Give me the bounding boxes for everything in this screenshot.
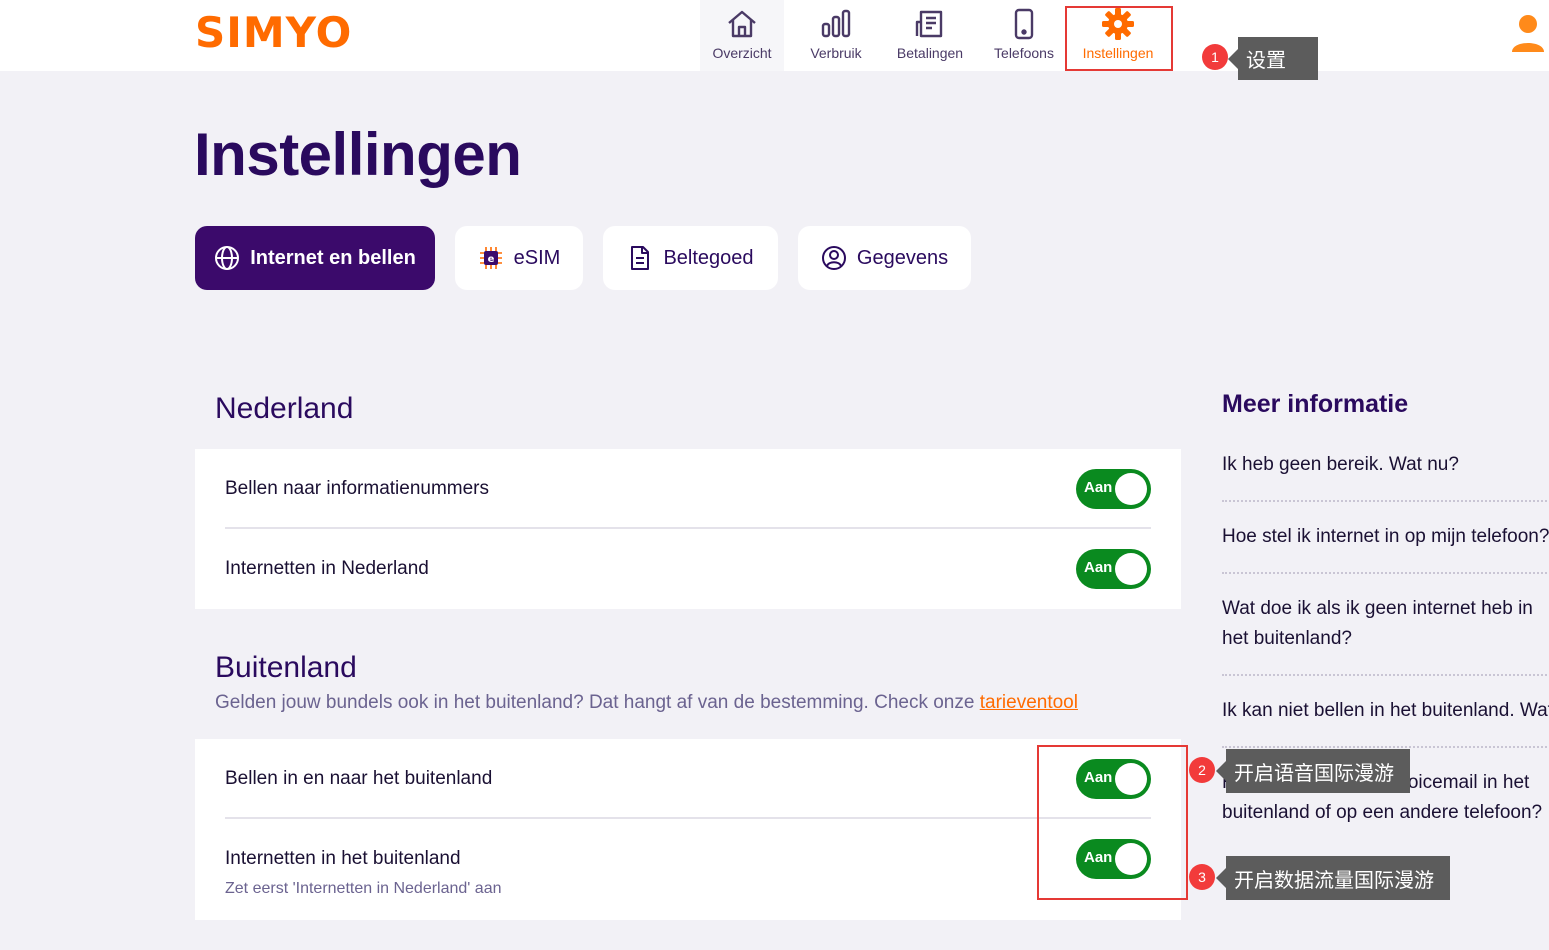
setting-label: Internetten in het buitenland (225, 848, 461, 869)
globe-icon (215, 246, 240, 270)
nav-label: Telefoons (994, 45, 1054, 61)
tab-esim[interactable]: e eSIM (455, 226, 583, 290)
simyo-logo[interactable]: SIMYO (195, 10, 352, 56)
toggle-knob (1115, 473, 1147, 505)
nav-label: Overzicht (712, 45, 772, 61)
toggle-internet-nederland[interactable]: Aan (1076, 549, 1151, 589)
faq-link[interactable]: Hoe stel ik internet in op mijn telefoon… (1222, 522, 1549, 552)
annotation-box-roaming (1037, 745, 1188, 900)
row-divider (225, 817, 1151, 819)
svg-text:e: e (487, 254, 494, 265)
document-icon (631, 246, 650, 270)
nederland-card: Bellen naar informatienummers Aan Intern… (195, 449, 1181, 609)
faq-link[interactable]: Wat doe ik als ik geen internet heb in h… (1222, 594, 1549, 654)
annotation-tooltip: 设置 (1228, 37, 1318, 80)
bar-chart-icon (821, 9, 851, 38)
annotation-marker: 1 (1202, 44, 1228, 70)
annotation-marker: 2 (1189, 757, 1215, 783)
tab-beltegoed[interactable]: Beltegoed (603, 226, 778, 290)
faq-divider (1222, 500, 1549, 502)
tab-gegevens[interactable]: Gegevens (798, 226, 971, 290)
tab-label: Beltegoed (663, 246, 754, 269)
setting-row: Bellen naar informatienummers (225, 449, 1151, 529)
esim-chip-icon: e (479, 247, 502, 269)
nav-betalingen[interactable]: Betalingen (888, 0, 972, 71)
setting-row: Internetten in het buitenland (225, 845, 1151, 873)
section-subtitle: Gelden jouw bundels ook in het buitenlan… (215, 692, 1078, 714)
faq-divider (1222, 674, 1549, 676)
nav-label: Betalingen (896, 45, 964, 61)
annotation-tooltip: 开启数据流量国际漫游 (1216, 856, 1450, 900)
faq-link[interactable]: Ik heb geen bereik. Wat nu? (1222, 450, 1549, 480)
nav-label: Verbruik (810, 45, 862, 61)
nav-telefoons[interactable]: Telefoons (984, 0, 1064, 71)
faq-divider (1222, 572, 1549, 574)
meer-informatie-title: Meer informatie (1222, 390, 1409, 418)
setting-hint: Zet eerst 'Internetten in Nederland' aan (225, 880, 502, 897)
annotation-tooltip: 开启语音国际漫游 (1216, 749, 1410, 793)
phone-icon (1014, 8, 1034, 40)
invoice-icon (915, 10, 943, 38)
tab-label: Gegevens (856, 246, 949, 269)
setting-row: Internetten in Nederland (225, 529, 1151, 609)
faq-divider (1222, 746, 1549, 748)
user-circle-icon (821, 246, 846, 270)
setting-row: Bellen in en naar het buitenland (225, 739, 1151, 819)
toggle-informatienummers[interactable]: Aan (1076, 469, 1151, 509)
toggle-label: Aan (1084, 559, 1113, 576)
buitenland-card: Bellen in en naar het buitenland Aan Int… (195, 739, 1181, 920)
tab-label: Internet en bellen (250, 246, 416, 269)
tab-label: eSIM (513, 246, 561, 269)
tab-internet-en-bellen[interactable]: Internet en bellen (195, 226, 435, 290)
faq-link[interactable]: Ik kan niet bellen in het buitenland. Wa… (1222, 696, 1549, 726)
nav-verbruik[interactable]: Verbruik (796, 0, 876, 71)
page-title: Instellingen (194, 121, 522, 188)
subtitle-text: Gelden jouw bundels ook in het buitenlan… (215, 692, 980, 713)
user-icon[interactable] (1509, 12, 1547, 56)
annotation-box-settings (1065, 6, 1173, 71)
section-title-buitenland: Buitenland (215, 651, 357, 684)
annotation-marker: 3 (1189, 864, 1215, 890)
setting-label: Bellen naar informatienummers (225, 478, 490, 499)
home-icon (728, 10, 756, 38)
setting-label: Bellen in en naar het buitenland (225, 768, 493, 789)
section-title-nederland: Nederland (215, 392, 354, 425)
setting-label: Internetten in Nederland (225, 558, 429, 579)
toggle-label: Aan (1084, 479, 1113, 496)
toggle-knob (1115, 553, 1147, 585)
tarieventool-link[interactable]: tarieventool (980, 692, 1078, 713)
nav-overzicht[interactable]: Overzicht (700, 0, 784, 71)
